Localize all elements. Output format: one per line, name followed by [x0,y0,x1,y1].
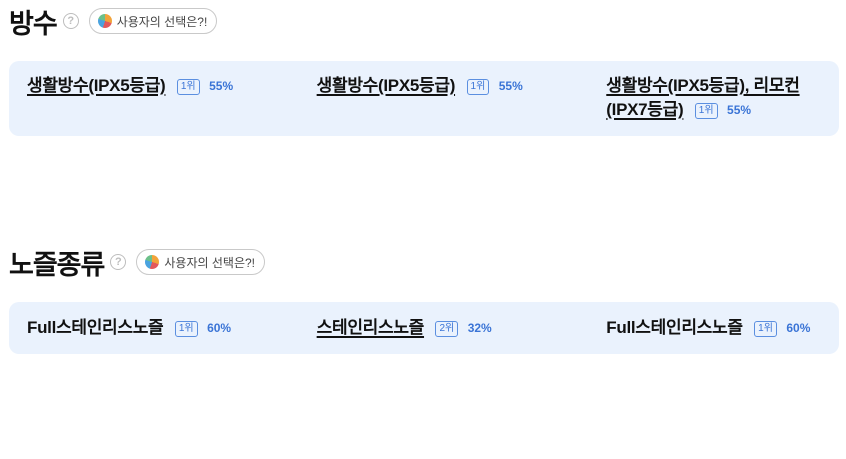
option-item[interactable]: 스테인리스노즐 2위 32% [317,316,607,340]
option-label: Full스테인리스노즐 [27,318,164,337]
option-item[interactable]: 생활방수(IPX5등급) 1위 55% [27,74,317,136]
percent-value: 55% [727,103,752,117]
option-item[interactable]: Full스테인리스노즐 1위 60% [27,316,317,340]
pie-chart-icon [97,14,112,28]
nozzle-type-header: 노즐종류 ? 사용자의 선택은?! [9,246,839,280]
percent-value: 55% [209,79,234,93]
option-item[interactable]: Full스테인리스노즐 1위 60% [606,316,821,340]
rank-badge: 1위 [176,79,200,95]
nozzle-type-options-card: Full스테인리스노즐 1위 60% 스테인리스노즐 2위 32% Full스테… [9,302,839,354]
nozzle-type-title: 노즐종류 [9,249,105,280]
option-item[interactable]: 생활방수(IPX5등급) 1위 55% [317,74,607,136]
percent-value: 60% [786,321,811,335]
user-choice-button[interactable]: 사용자의 선택은?! [136,249,265,275]
help-icon[interactable]: ? [62,13,79,29]
option-label[interactable]: 생활방수(IPX5등급) [317,76,456,95]
percent-value: 60% [207,321,232,335]
waterproof-title: 방수 [9,8,58,39]
nozzle-type-section: 노즐종류 ? 사용자의 선택은?! Full스테인리스노즐 1위 60% 스테인… [9,246,839,354]
percent-value: 55% [498,79,523,93]
option-label[interactable]: 생활방수(IPX5등급) [27,76,166,95]
waterproof-header: 방수 ? 사용자의 선택은?! [9,5,839,39]
rank-badge: 1위 [754,321,777,337]
rank-badge: 1위 [174,321,198,337]
option-item[interactable]: 생활방수(IPX5등급), 리모컨(IPX7등급) 1위 55% [606,74,821,136]
option-label[interactable]: 스테인리스노즐 [317,318,425,337]
user-choice-label: 사용자의 선택은?! [116,14,208,29]
option-label: Full스테인리스노즐 [606,318,743,337]
waterproof-section: 방수 ? 사용자의 선택은?! 생활방수(IPX5등급) 1위 55% 생활방수… [9,5,839,136]
help-icon[interactable]: ? [110,254,127,270]
rank-badge: 1위 [694,103,718,119]
waterproof-options-card: 생활방수(IPX5등급) 1위 55% 생활방수(IPX5등급) 1위 55% … [9,61,839,136]
rank-badge: 1위 [466,79,490,95]
rank-badge: 2위 [435,321,459,337]
user-choice-label: 사용자의 선택은?! [164,255,255,270]
user-choice-button[interactable]: 사용자의 선택은?! [88,8,218,34]
percent-value: 32% [467,321,492,335]
pie-chart-icon [145,255,160,269]
